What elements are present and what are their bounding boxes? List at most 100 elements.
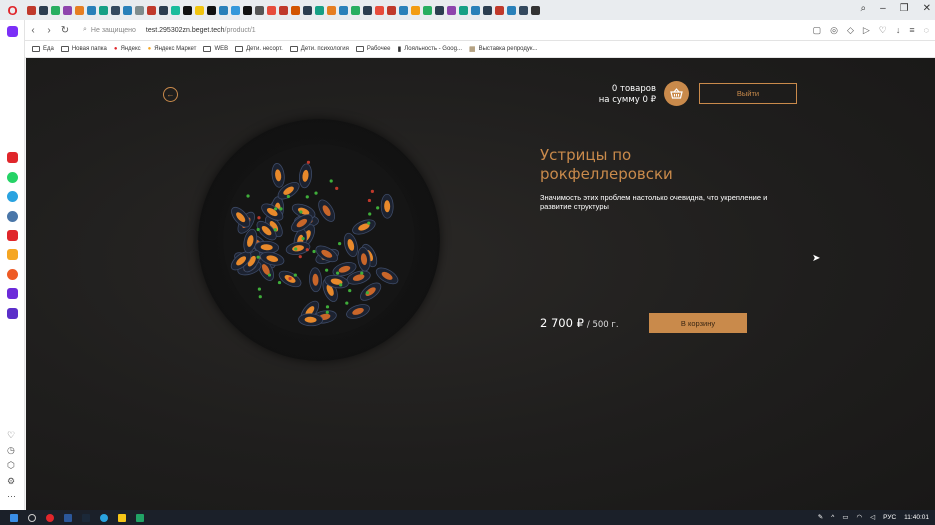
search-icon[interactable] [28, 513, 36, 522]
opera-logo-icon[interactable]: O [0, 0, 25, 20]
tab-icon[interactable] [87, 5, 96, 15]
language-indicator[interactable]: РУС [883, 514, 896, 521]
tab-icon[interactable] [183, 5, 192, 15]
close-icon[interactable]: ✕ [923, 3, 931, 14]
vk-icon[interactable] [7, 211, 18, 222]
tab-icon[interactable] [99, 5, 108, 15]
tab-icon[interactable] [255, 5, 264, 15]
windows-start-icon[interactable] [10, 513, 18, 522]
tab-icon[interactable] [447, 5, 456, 15]
aria-icon[interactable] [7, 152, 18, 163]
steam-icon[interactable] [82, 513, 90, 522]
tab-icon[interactable] [51, 5, 60, 15]
camera-icon[interactable]: ◎ [830, 25, 838, 36]
heart-icon[interactable]: ♡ [7, 430, 15, 441]
tab-icon[interactable] [243, 5, 252, 15]
add-to-cart-button[interactable]: В корзину [649, 313, 747, 333]
telegram-icon[interactable] [7, 191, 18, 202]
box-icon[interactable]: ⬡ [7, 460, 15, 471]
tab-icon[interactable] [219, 5, 228, 15]
tab-icon[interactable] [123, 5, 132, 15]
tab-icon[interactable] [411, 5, 420, 15]
music-icon[interactable] [7, 288, 18, 299]
tab-icon[interactable] [195, 5, 204, 15]
tab-icon[interactable] [147, 5, 156, 15]
forward-arrow-icon[interactable]: › [41, 25, 57, 36]
tab-search-icon[interactable]: ▢ [813, 25, 822, 36]
tab-icon[interactable] [387, 5, 396, 15]
chevron-up-icon[interactable]: ^ [831, 514, 834, 521]
heart-icon[interactable]: ♡ [879, 25, 887, 36]
battery-icon[interactable]: ▭ [842, 513, 848, 521]
restore-icon[interactable]: ❐ [900, 3, 909, 14]
tab-icon[interactable] [63, 5, 72, 15]
profile-icon[interactable]: ◌ [924, 25, 929, 36]
url-field[interactable]: ⌕ Не защищено test.295302zn.beget.tech/p… [83, 26, 256, 34]
app-icon[interactable] [7, 269, 18, 280]
bookmark-item[interactable]: ● Яндекс Маркет [148, 46, 197, 52]
search-icon[interactable]: ⌕ [860, 3, 866, 14]
opera-icon[interactable] [46, 513, 54, 522]
mail-icon[interactable] [7, 249, 18, 260]
menu-icon[interactable]: ≡ [909, 25, 914, 36]
tab-icon[interactable] [27, 5, 36, 15]
cart-button[interactable] [664, 81, 689, 106]
tab-icon[interactable] [519, 5, 528, 15]
whatsapp-icon[interactable] [7, 172, 18, 183]
tab-icon[interactable] [303, 5, 312, 15]
tab-icon[interactable] [531, 5, 540, 15]
tab-icon[interactable] [231, 5, 240, 15]
tab-icon[interactable] [39, 5, 48, 15]
bookmark-item[interactable]: WEB [203, 46, 228, 52]
bookmark-item[interactable]: ● Яндекс [114, 46, 141, 52]
bookmark-item[interactable]: Дети. несорт. [235, 46, 283, 52]
tab-icon[interactable] [135, 5, 144, 15]
tab-icon[interactable] [495, 5, 504, 15]
clock[interactable]: 11:40:01 [904, 514, 929, 521]
tab-icon[interactable] [471, 5, 480, 15]
tab-icon[interactable] [207, 5, 216, 15]
tab-icon[interactable] [351, 5, 360, 15]
send-icon[interactable]: ▷ [863, 25, 870, 36]
bookmark-item[interactable]: ▦ Выставка репродук... [469, 45, 538, 53]
more-icon[interactable]: ⋯ [7, 491, 16, 502]
tab-icon[interactable] [399, 5, 408, 15]
telegram-icon[interactable] [100, 513, 108, 522]
bookmark-item[interactable]: ▮ Лояльность - Goog... [397, 45, 462, 53]
back-button[interactable]: ← [163, 87, 178, 102]
tab-icon[interactable] [423, 5, 432, 15]
tab-icon[interactable] [111, 5, 120, 15]
tab-icon[interactable] [315, 5, 324, 15]
yandex-icon[interactable] [7, 230, 18, 241]
tab-icon[interactable] [339, 5, 348, 15]
bookmark-item[interactable]: Рабочее [355, 46, 390, 52]
workspaces-icon[interactable] [7, 26, 18, 37]
tab-icon[interactable] [363, 5, 372, 15]
tab-icon[interactable] [159, 5, 168, 15]
tab-icon[interactable] [459, 5, 468, 15]
wifi-icon[interactable]: ◠ [856, 513, 862, 521]
bookmark-item[interactable]: Дети. психология [289, 46, 349, 52]
folder-icon[interactable] [118, 513, 126, 522]
minimize-icon[interactable]: – [880, 3, 886, 14]
volume-icon[interactable]: ◁ [870, 513, 875, 521]
bookmark-item[interactable]: Новая папка [60, 46, 107, 52]
settings-icon[interactable]: ⚙ [7, 476, 15, 487]
logout-button[interactable]: Выйти [699, 83, 797, 104]
tab-icon[interactable] [291, 5, 300, 15]
shield-icon[interactable]: ◇ [847, 25, 854, 36]
tab-icon[interactable] [327, 5, 336, 15]
history-icon[interactable]: ◷ [7, 445, 15, 456]
player-icon[interactable] [7, 308, 18, 319]
tab-icon[interactable] [435, 5, 444, 15]
back-arrow-icon[interactable]: ‹ [25, 25, 41, 36]
tab-icon[interactable] [279, 5, 288, 15]
app-icon[interactable] [136, 513, 144, 522]
tab-icon[interactable] [267, 5, 276, 15]
bookmark-item[interactable]: Еда [32, 46, 54, 52]
tab-icon[interactable] [507, 5, 516, 15]
reload-icon[interactable]: ↻ [57, 25, 73, 36]
tab-icon[interactable] [75, 5, 84, 15]
tab-icon[interactable] [171, 5, 180, 15]
download-icon[interactable]: ↓ [896, 25, 901, 36]
